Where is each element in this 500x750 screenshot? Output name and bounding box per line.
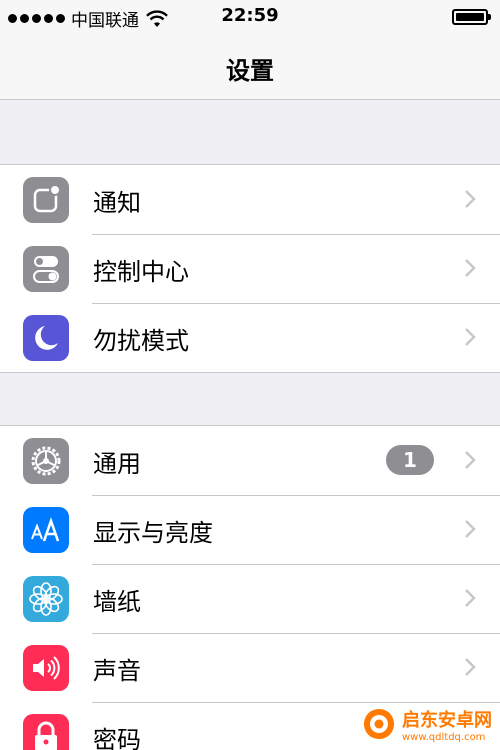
- settings-row-label: 通用: [93, 450, 141, 478]
- settings-row-wallpaper[interactable]: 墙纸: [0, 564, 500, 633]
- battery-icon: [452, 9, 491, 25]
- gear-icon: [23, 438, 69, 484]
- chevron-right-icon: [465, 520, 476, 538]
- settings-row-display-brightness[interactable]: 显示与亮度: [0, 495, 500, 564]
- chevron-right-icon: [465, 589, 476, 607]
- watermark: 启东安卓网 www.qdltdq.com: [362, 702, 494, 746]
- settings-row-label: 声音: [93, 657, 141, 685]
- speaker-icon: [23, 645, 69, 691]
- chevron-right-icon: [465, 451, 476, 469]
- clock-time: 22:59: [221, 5, 279, 26]
- settings-row-label: 墙纸: [93, 588, 141, 616]
- settings-row-label: 控制中心: [93, 258, 189, 286]
- chevron-right-icon: [465, 658, 476, 676]
- display-brightness-icon: [23, 507, 69, 553]
- status-bar: 中国联通 22:59: [0, 0, 500, 34]
- lock-icon: [23, 714, 69, 750]
- wallpaper-flower-icon: [23, 576, 69, 622]
- page-title: 设置: [226, 57, 274, 85]
- settings-group-1: 通知 控制中心 勿扰模式: [0, 164, 500, 373]
- moon-icon: [23, 315, 69, 361]
- chevron-right-icon: [465, 259, 476, 277]
- settings-row-sounds[interactable]: 声音: [0, 633, 500, 702]
- settings-row-label: 密码: [93, 726, 141, 750]
- settings-row-label: 通知: [93, 189, 141, 217]
- control-center-icon: [23, 246, 69, 292]
- settings-row-notifications[interactable]: 通知: [0, 165, 500, 234]
- update-count-badge: 1: [386, 445, 434, 475]
- battery-fill: [456, 13, 484, 21]
- watermark-text: 启东安卓网 www.qdltdq.com: [402, 706, 492, 743]
- settings-row-general[interactable]: 通用 1: [0, 426, 500, 495]
- settings-row-label: 勿扰模式: [93, 327, 189, 355]
- chevron-right-icon: [465, 328, 476, 346]
- settings-row-do-not-disturb[interactable]: 勿扰模式: [0, 303, 500, 372]
- settings-row-control-center[interactable]: 控制中心: [0, 234, 500, 303]
- notifications-icon: [23, 177, 69, 223]
- watermark-name: 启东安卓网: [402, 709, 492, 731]
- chevron-right-icon: [465, 190, 476, 208]
- navigation-bar: 设置: [0, 34, 500, 100]
- settings-row-label: 显示与亮度: [93, 519, 213, 547]
- watermark-logo-icon: [364, 709, 394, 739]
- watermark-url: www.qdltdq.com: [402, 731, 486, 743]
